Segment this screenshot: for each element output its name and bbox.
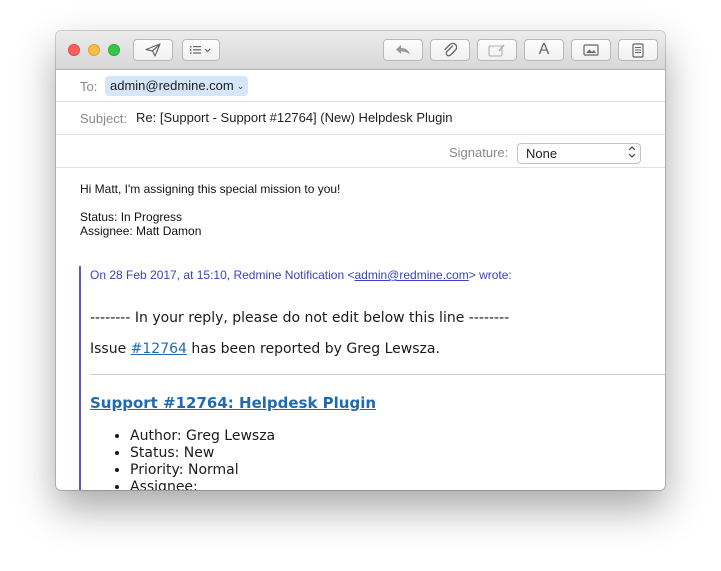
photo-browser-button[interactable]: [571, 39, 611, 61]
issue-details-list: Author: Greg Lewsza Status: New Priority…: [108, 428, 275, 490]
quote-divider: [90, 374, 665, 375]
list-icon: [189, 45, 213, 55]
issue-reported-line: Issue #12764 has been reported by Greg L…: [90, 341, 440, 357]
to-address: admin@redmine.com: [110, 78, 234, 93]
stationery-button[interactable]: [618, 39, 658, 61]
to-row: To: admin@redmine.com ⌄: [56, 69, 665, 102]
compose-window: A To: admin@redmine.com ⌄ Subject: Re: […: [56, 31, 665, 490]
signature-label: Signature:: [449, 145, 509, 160]
to-recipient-token[interactable]: admin@redmine.com ⌄: [105, 76, 249, 96]
paperclip-icon: [443, 42, 457, 58]
markup-icon: [488, 43, 506, 57]
minimize-window-button[interactable]: [88, 44, 100, 56]
subject-field[interactable]: Re: [Support - Support #12764] (New) Hel…: [136, 110, 453, 125]
list-item: Priority: Normal: [130, 462, 275, 479]
format-button[interactable]: A: [524, 39, 564, 61]
subject-label: Subject:: [80, 111, 127, 126]
assignee-text: Assignee: Matt Damon: [80, 224, 202, 238]
quote-attribution: On 28 Feb 2017, at 15:10, Redmine Notifi…: [90, 268, 512, 282]
attach-button[interactable]: [430, 39, 470, 61]
stationery-icon: [632, 42, 644, 58]
chevron-down-icon: ⌄: [236, 81, 245, 91]
photo-icon: [583, 44, 599, 56]
message-body[interactable]: Hi Matt, I'm assigning this special miss…: [56, 168, 665, 490]
markup-button[interactable]: [477, 39, 517, 61]
zoom-window-button[interactable]: [108, 44, 120, 56]
signature-select[interactable]: None: [517, 143, 641, 164]
subject-row: Subject: Re: [Support - Support #12764] …: [56, 102, 665, 135]
issue-title-link[interactable]: Support #12764: Helpdesk Plugin: [90, 394, 376, 412]
paper-plane-icon: [145, 43, 161, 57]
quote-bar: [79, 266, 81, 490]
list-item: Assignee:: [130, 479, 275, 490]
close-window-button[interactable]: [68, 44, 80, 56]
list-item: Author: Greg Lewsza: [130, 428, 275, 445]
signature-value: None: [526, 146, 558, 161]
send-button[interactable]: [133, 39, 173, 61]
header-fields-button[interactable]: [182, 39, 220, 61]
toolbar: A: [56, 31, 665, 70]
format-text-icon: A: [538, 41, 550, 58]
status-text: Status: In Progress: [80, 210, 183, 224]
signature-row: Signature: None: [56, 135, 665, 168]
to-label: To:: [80, 79, 98, 94]
list-item: Status: New: [130, 445, 275, 462]
reply-separator-line: -------- In your reply, please do not ed…: [90, 310, 510, 326]
quote-email-link[interactable]: admin@redmine.com: [355, 268, 469, 282]
up-down-chevron-icon: [628, 145, 636, 161]
issue-link[interactable]: #12764: [131, 341, 187, 357]
reply-arrow-icon: [395, 44, 411, 56]
reply-button[interactable]: [383, 39, 423, 61]
greeting-text: Hi Matt, I'm assigning this special miss…: [80, 182, 341, 196]
